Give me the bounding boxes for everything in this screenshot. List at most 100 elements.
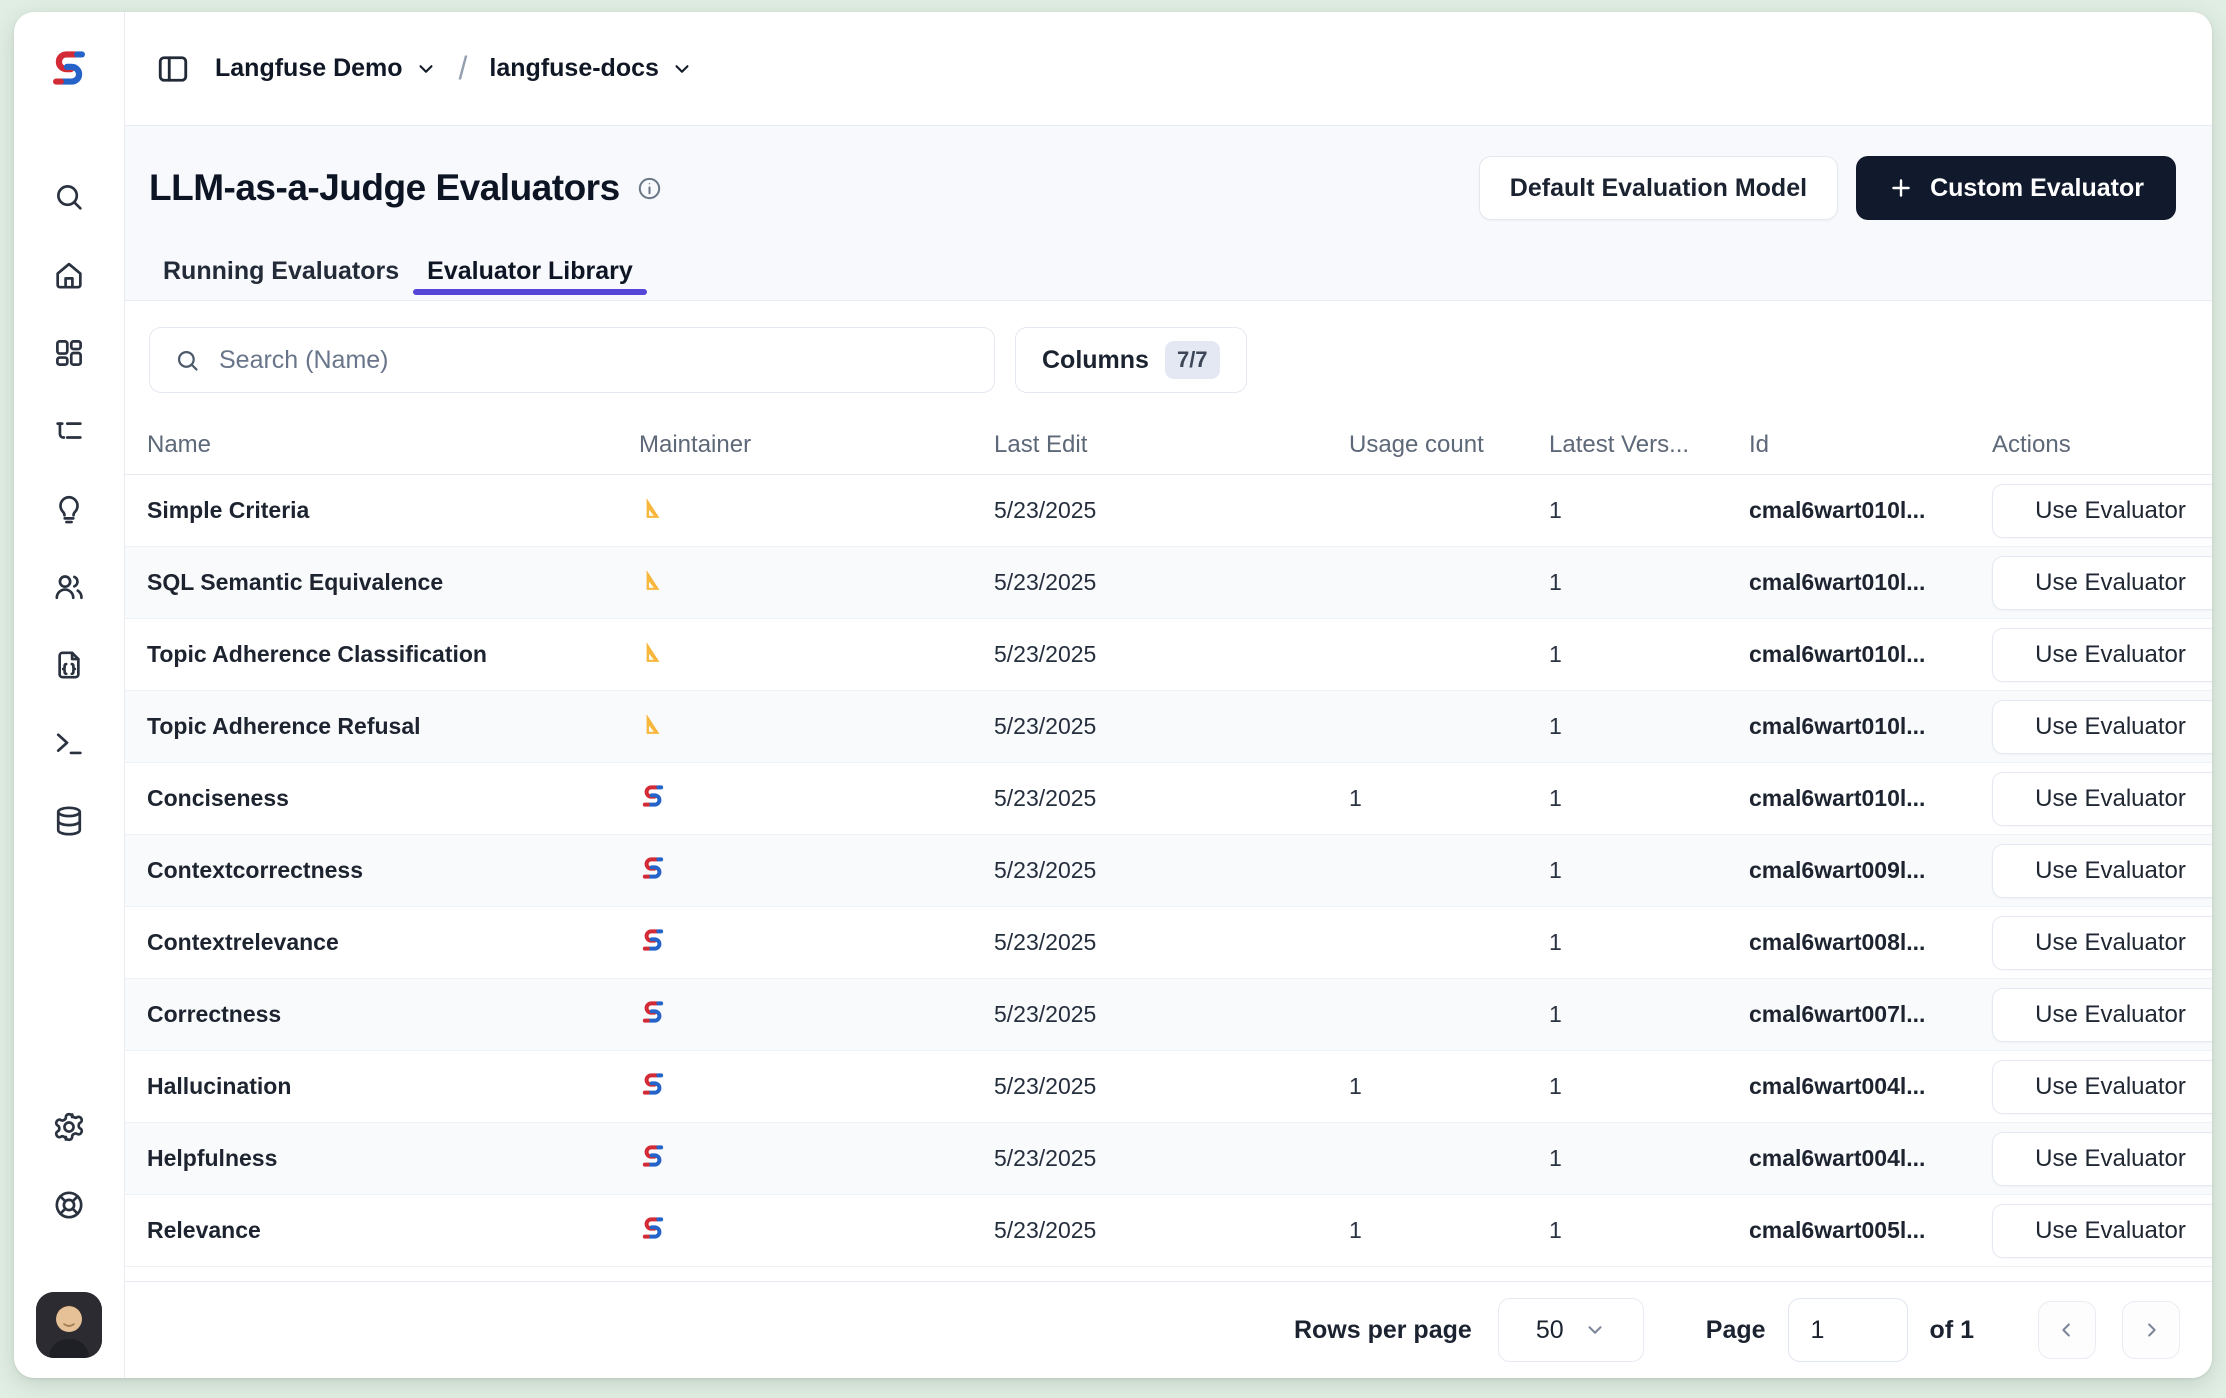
usage-count-cell: 1 — [1349, 1217, 1549, 1244]
evaluator-name: Correctness — [147, 1001, 639, 1028]
table-row[interactable]: Contextrelevance 5/23/2025 1 cmal6wart00… — [125, 907, 2212, 979]
table-row[interactable]: Simple Criteria 5/23/2025 1 cmal6wart010… — [125, 475, 2212, 547]
custom-evaluator-button[interactable]: Custom Evaluator — [1856, 156, 2176, 220]
langfuse-logo-icon — [639, 1214, 667, 1242]
evaluator-id-cell: cmal6wart004l... — [1749, 1073, 1992, 1100]
table-row[interactable]: Relevance 5/23/2025 1 1 cmal6wart005l...… — [125, 1195, 2212, 1267]
page-number-input[interactable]: 1 — [1788, 1298, 1908, 1362]
use-evaluator-button[interactable]: Use Evaluator — [1992, 916, 2212, 970]
columns-button[interactable]: Columns 7/7 — [1015, 327, 1247, 393]
database-icon[interactable] — [52, 804, 86, 838]
usage-count-cell: 1 — [1349, 1073, 1549, 1100]
lightbulb-icon[interactable] — [52, 492, 86, 526]
latest-version-cell: 1 — [1549, 713, 1749, 740]
sidebar-bottom — [36, 1110, 102, 1378]
latest-version-cell: 1 — [1549, 1001, 1749, 1028]
use-evaluator-button[interactable]: Use Evaluator — [1992, 844, 2212, 898]
users-icon[interactable] — [52, 570, 86, 604]
search-input[interactable] — [219, 346, 970, 375]
ragas-icon — [639, 710, 667, 738]
evaluator-name: Topic Adherence Classification — [147, 641, 639, 668]
last-edit-cell: 5/23/2025 — [994, 641, 1349, 668]
table-toolbar: Columns 7/7 — [125, 301, 2212, 415]
column-header-maintainer: Maintainer — [639, 431, 994, 459]
langfuse-logo-icon — [639, 1142, 667, 1170]
table-row[interactable]: Helpfulness 5/23/2025 1 cmal6wart004l...… — [125, 1123, 2212, 1195]
settings-gear-icon[interactable] — [52, 1110, 86, 1144]
rows-per-page-select[interactable]: 50 — [1498, 1298, 1644, 1362]
use-evaluator-button[interactable]: Use Evaluator — [1992, 988, 2212, 1042]
pagination-footer: Rows per page 50 Page 1 of 1 — [125, 1281, 2212, 1378]
tab-bar: Running Evaluators Evaluator Library — [149, 242, 2176, 300]
evaluator-id-cell: cmal6wart010l... — [1749, 497, 1992, 524]
ragas-logo-icon — [639, 566, 667, 594]
use-evaluator-button[interactable]: Use Evaluator — [1992, 484, 2212, 538]
custom-evaluator-label: Custom Evaluator — [1930, 174, 2144, 203]
ragas-logo-icon — [639, 494, 667, 522]
maintainer-cell — [639, 926, 994, 960]
usage-count-cell: 1 — [1349, 785, 1549, 812]
last-edit-cell: 5/23/2025 — [994, 1217, 1349, 1244]
evaluator-id-cell: cmal6wart010l... — [1749, 785, 1992, 812]
use-evaluator-button[interactable]: Use Evaluator — [1992, 1204, 2212, 1258]
default-evaluation-model-button[interactable]: Default Evaluation Model — [1479, 156, 1838, 220]
user-avatar[interactable] — [36, 1292, 102, 1358]
evaluator-name: Topic Adherence Refusal — [147, 713, 639, 740]
maintainer-cell — [639, 1070, 994, 1104]
evaluator-name: Conciseness — [147, 785, 639, 812]
tracing-tree-icon[interactable] — [52, 414, 86, 448]
use-evaluator-button[interactable]: Use Evaluator — [1992, 556, 2212, 610]
tab-evaluator-library[interactable]: Evaluator Library — [413, 242, 647, 300]
table-row[interactable]: Topic Adherence Refusal 5/23/2025 1 cmal… — [125, 691, 2212, 763]
langfuse-logo-icon — [639, 998, 667, 1026]
chevron-down-icon — [1584, 1319, 1606, 1341]
table-row[interactable]: Correctness 5/23/2025 1 cmal6wart007l...… — [125, 979, 2212, 1051]
next-page-button[interactable] — [2122, 1301, 2180, 1359]
table-row[interactable]: Conciseness 5/23/2025 1 1 cmal6wart010l.… — [125, 763, 2212, 835]
dashboard-icon[interactable] — [52, 336, 86, 370]
last-edit-cell: 5/23/2025 — [994, 713, 1349, 740]
breadcrumb-project[interactable]: Langfuse Demo — [215, 54, 437, 83]
previous-page-button[interactable] — [2038, 1301, 2096, 1359]
last-edit-cell: 5/23/2025 — [994, 929, 1349, 956]
table-row[interactable]: Topic Adherence Classification 5/23/2025… — [125, 619, 2212, 691]
use-evaluator-button[interactable]: Use Evaluator — [1992, 628, 2212, 682]
table-row[interactable]: Contextcorrectness 5/23/2025 1 cmal6wart… — [125, 835, 2212, 907]
support-lifebuoy-icon[interactable] — [52, 1188, 86, 1222]
maintainer-cell — [639, 566, 994, 600]
evaluator-id-cell: cmal6wart007l... — [1749, 1001, 1992, 1028]
search-icon[interactable] — [52, 180, 86, 214]
main-area: Langfuse Demo / langfuse-docs LLM-as-a-J… — [125, 12, 2212, 1378]
use-evaluator-button[interactable]: Use Evaluator — [1992, 1132, 2212, 1186]
prompts-file-icon[interactable] — [52, 648, 86, 682]
evaluator-id-cell: cmal6wart005l... — [1749, 1217, 1992, 1244]
sidebar-toggle-icon[interactable] — [155, 51, 191, 87]
chevron-down-icon — [671, 58, 693, 80]
evaluator-name: Contextrelevance — [147, 929, 639, 956]
maintainer-cell — [639, 1214, 994, 1248]
top-bar: Langfuse Demo / langfuse-docs — [125, 12, 2212, 125]
langfuse-icon — [639, 998, 667, 1026]
evaluator-name: Simple Criteria — [147, 497, 639, 524]
evaluator-id-cell: cmal6wart009l... — [1749, 857, 1992, 884]
use-evaluator-button[interactable]: Use Evaluator — [1992, 772, 2212, 826]
langfuse-icon — [639, 854, 667, 882]
breadcrumb-resource[interactable]: langfuse-docs — [489, 54, 692, 83]
home-icon[interactable] — [52, 258, 86, 292]
table-header: Name Maintainer Last Edit Usage count La… — [125, 415, 2212, 475]
table-row[interactable]: SQL Semantic Equivalence 5/23/2025 1 cma… — [125, 547, 2212, 619]
last-edit-cell: 5/23/2025 — [994, 1001, 1349, 1028]
sidebar — [14, 12, 125, 1378]
terminal-playground-icon[interactable] — [52, 726, 86, 760]
info-icon[interactable] — [636, 175, 663, 202]
column-header-latest-version: Latest Vers... — [1549, 431, 1749, 459]
column-header-id: Id — [1749, 431, 1992, 459]
search-box[interactable] — [149, 327, 995, 393]
page-header-band: LLM-as-a-Judge Evaluators Default Evalua… — [125, 125, 2212, 301]
use-evaluator-button[interactable]: Use Evaluator — [1992, 700, 2212, 754]
latest-version-cell: 1 — [1549, 497, 1749, 524]
table-row[interactable]: Hallucination 5/23/2025 1 1 cmal6wart004… — [125, 1051, 2212, 1123]
tab-running-evaluators[interactable]: Running Evaluators — [149, 242, 413, 300]
app-window: Langfuse Demo / langfuse-docs LLM-as-a-J… — [14, 12, 2212, 1378]
use-evaluator-button[interactable]: Use Evaluator — [1992, 1060, 2212, 1114]
